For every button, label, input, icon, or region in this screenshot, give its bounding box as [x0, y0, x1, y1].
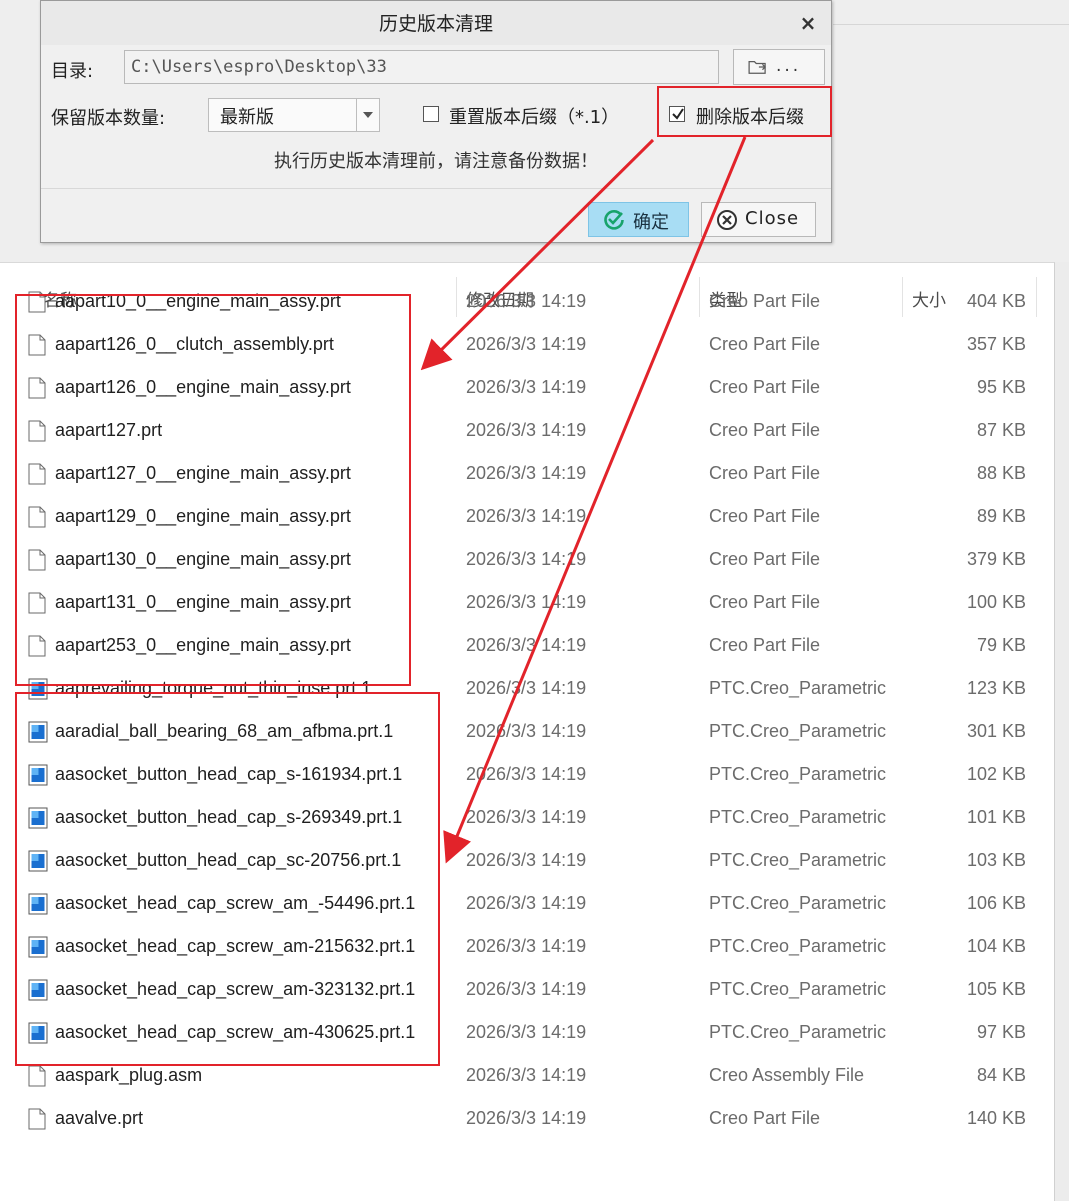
file-size: 105 KB — [966, 979, 1026, 999]
file-type: PTC.Creo_Parametric — [709, 807, 887, 827]
file-size: 104 KB — [966, 936, 1026, 956]
close-icon[interactable]: × — [797, 11, 819, 35]
file-size: 84 KB — [976, 1065, 1026, 1085]
file-type: Creo Part File — [709, 420, 821, 440]
dialog-title: 历史版本清理 — [41, 1, 831, 45]
close-button[interactable]: Close — [701, 202, 816, 237]
confirm-button[interactable]: 确定 — [588, 202, 689, 237]
file-size: 79 KB — [976, 635, 1026, 655]
file-size: 100 KB — [966, 592, 1026, 612]
file-date: 2026/3/3 14:19 — [466, 678, 587, 698]
file-size: 101 KB — [966, 807, 1026, 827]
check-circle-icon — [604, 210, 624, 230]
directory-label: 目录: — [51, 61, 94, 82]
file-size: 95 KB — [976, 377, 1026, 397]
file-type: Creo Part File — [709, 334, 821, 354]
file-type: Creo Part File — [709, 549, 821, 569]
file-date: 2026/3/3 14:19 — [466, 721, 587, 741]
file-type: Creo Part File — [709, 377, 821, 397]
background-divider — [833, 24, 1069, 25]
file-type: PTC.Creo_Parametric — [709, 678, 887, 698]
file-type: Creo Part File — [709, 592, 821, 612]
file-size: 97 KB — [976, 1022, 1026, 1042]
file-name: aavalve.prt — [55, 1108, 144, 1128]
file-type: PTC.Creo_Parametric — [709, 764, 887, 784]
file-type: Creo Part File — [709, 291, 821, 311]
file-size: 102 KB — [966, 764, 1026, 784]
file-date: 2026/3/3 14:19 — [466, 463, 587, 483]
file-date: 2026/3/3 14:19 — [466, 979, 587, 999]
chevron-down-icon[interactable] — [356, 99, 379, 131]
close-label: Close — [745, 208, 800, 229]
file-date: 2026/3/3 14:19 — [466, 1108, 587, 1128]
file-type: Creo Part File — [709, 506, 821, 526]
highlight-versioned-files — [15, 692, 440, 1066]
file-date: 2026/3/3 14:19 — [466, 1065, 587, 1085]
file-date: 2026/3/3 14:19 — [466, 291, 587, 311]
file-date: 2026/3/3 14:19 — [466, 850, 587, 870]
file-date: 2026/3/3 14:19 — [466, 334, 587, 354]
file-type: PTC.Creo_Parametric — [709, 1022, 887, 1042]
close-circle-icon — [717, 210, 737, 230]
highlight-renamed-files — [15, 294, 411, 686]
file-size: 89 KB — [976, 506, 1026, 526]
keep-count-value: 最新版 — [220, 107, 274, 128]
file-date: 2026/3/3 14:19 — [466, 635, 587, 655]
file-size: 301 KB — [966, 721, 1026, 741]
file-size: 357 KB — [966, 334, 1026, 354]
file-type: Creo Assembly File — [709, 1065, 865, 1085]
reset-suffix-checkbox[interactable] — [423, 106, 439, 122]
file-size: 140 KB — [966, 1108, 1026, 1128]
directory-input[interactable]: C:\Users\espro\Desktop\33 — [124, 50, 719, 84]
keep-count-label: 保留版本数量: — [51, 108, 166, 129]
file-type: PTC.Creo_Parametric — [709, 893, 887, 913]
blank-file-icon — [28, 1065, 46, 1087]
file-type: PTC.Creo_Parametric — [709, 979, 887, 999]
file-size: 106 KB — [966, 893, 1026, 913]
browse-folder-button[interactable]: ... — [733, 49, 825, 85]
file-type: PTC.Creo_Parametric — [709, 936, 887, 956]
file-date: 2026/3/3 14:19 — [466, 1022, 587, 1042]
file-size: 404 KB — [966, 291, 1026, 311]
file-type: Creo Part File — [709, 1108, 821, 1128]
file-type: PTC.Creo_Parametric — [709, 721, 887, 741]
blank-file-icon — [28, 1108, 46, 1130]
file-size: 103 KB — [966, 850, 1026, 870]
keep-count-select[interactable]: 最新版 — [208, 98, 380, 132]
file-size: 123 KB — [966, 678, 1026, 698]
file-type: Creo Part File — [709, 635, 821, 655]
file-date: 2026/3/3 14:19 — [466, 506, 587, 526]
file-row[interactable]: aavalve.prt 2026/3/3 14:19 Creo Part File 1… — [0, 1098, 1054, 1141]
file-date: 2026/3/3 14:19 — [466, 764, 587, 784]
file-date: 2026/3/3 14:19 — [466, 592, 587, 612]
file-date: 2026/3/3 14:19 — [466, 807, 587, 827]
file-date: 2026/3/3 14:19 — [466, 377, 587, 397]
file-date: 2026/3/3 14:19 — [466, 936, 587, 956]
file-size: 87 KB — [976, 420, 1026, 440]
file-type: Creo Part File — [709, 463, 821, 483]
reset-suffix-label[interactable]: 重置版本后缀（*.1） — [449, 103, 619, 129]
folder-open-icon — [748, 61, 766, 74]
browse-label: ... — [776, 56, 802, 76]
file-date: 2026/3/3 14:19 — [466, 893, 587, 913]
backup-warning: 执行历史版本清理前，请注意备份数据！ — [274, 151, 598, 172]
confirm-label: 确定 — [633, 212, 669, 233]
file-size: 88 KB — [976, 463, 1026, 483]
file-date: 2026/3/3 14:19 — [466, 420, 587, 440]
dialog-separator — [41, 188, 831, 189]
file-date: 2026/3/3 14:19 — [466, 549, 587, 569]
highlight-delete-suffix — [657, 86, 832, 137]
file-name: aaspark_plug.asm — [55, 1065, 203, 1085]
file-size: 379 KB — [966, 549, 1026, 569]
file-type: PTC.Creo_Parametric — [709, 850, 887, 870]
